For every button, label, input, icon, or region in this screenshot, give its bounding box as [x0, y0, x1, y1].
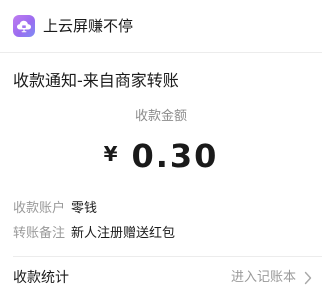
remark-key: 转账备注	[13, 226, 66, 241]
app-header[interactable]: 上云屏赚不停	[0, 0, 322, 52]
account-value: 零钱	[71, 201, 98, 216]
cloud-icon	[17, 20, 31, 33]
remark-value: 新人注册赠送红包	[71, 226, 176, 241]
remark-row: 转账备注 新人注册赠送红包	[13, 225, 175, 243]
stats-label: 收款统计	[13, 270, 69, 286]
open-ledger-link[interactable]: 进入记账本	[231, 269, 296, 287]
account-key: 收款账户	[13, 201, 66, 216]
account-row: 收款账户 零钱	[13, 200, 97, 218]
currency-symbol: ¥	[103, 142, 118, 166]
chevron-right-icon[interactable]	[304, 271, 312, 285]
app-name: 上云屏赚不停	[43, 17, 134, 35]
cloud-screen-app-icon	[13, 15, 35, 37]
notice-title: 收款通知-来自商家转账	[13, 71, 179, 90]
amount-value: 0.30	[131, 137, 219, 175]
amount-label: 收款金额	[134, 109, 187, 124]
stats-row[interactable]: 收款统计 进入记账本	[0, 257, 322, 297]
header-divider	[0, 52, 322, 53]
amount-display: ¥0.30	[0, 136, 322, 176]
